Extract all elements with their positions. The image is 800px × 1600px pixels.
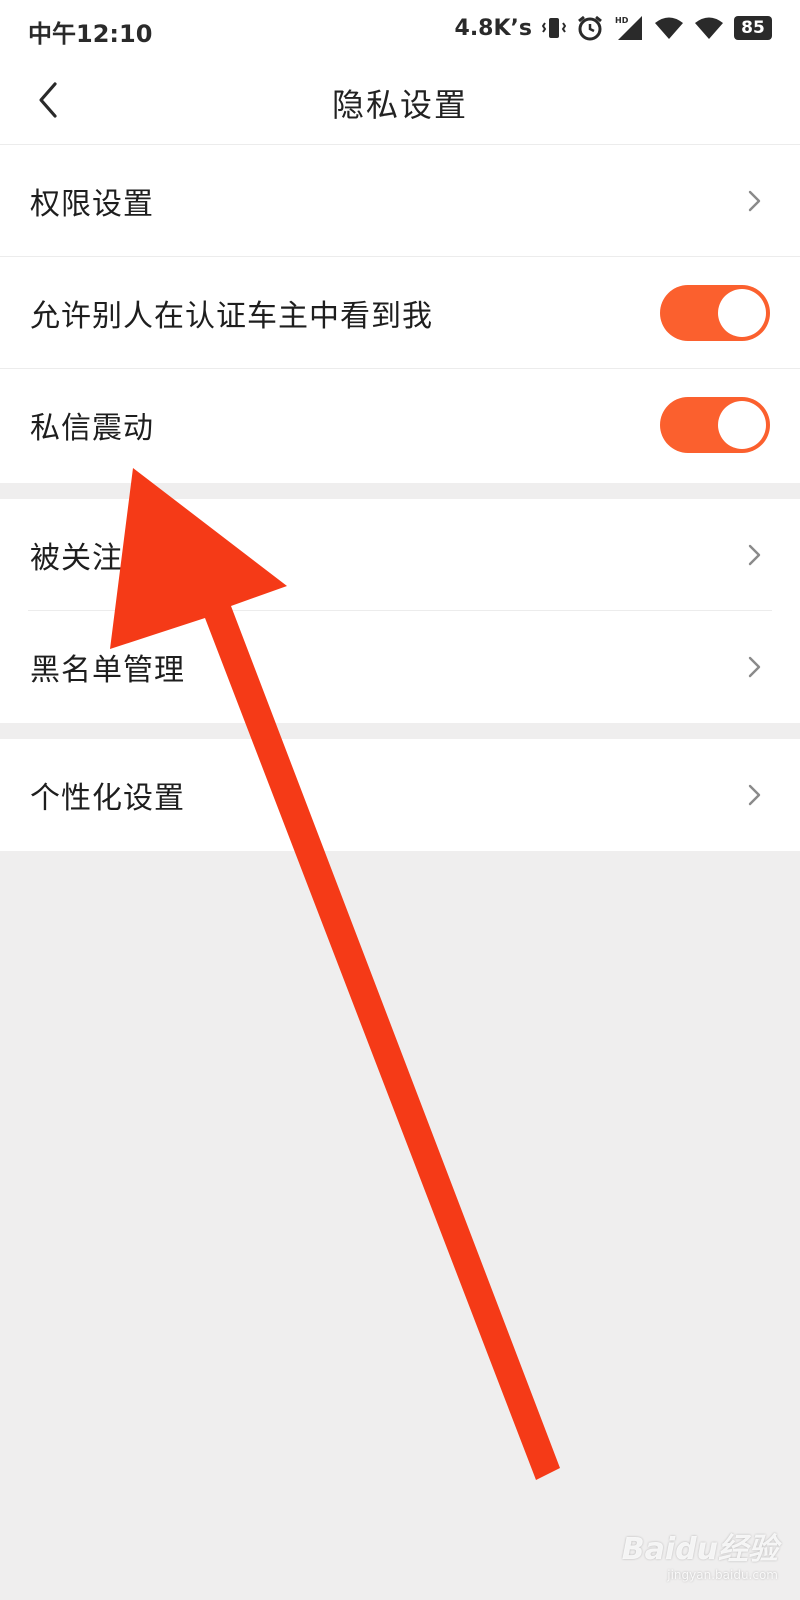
personalization-row[interactable]: 个性化设置	[0, 739, 800, 851]
personalization-label: 个性化设置	[30, 781, 185, 816]
toggle-knob	[718, 401, 766, 449]
message-vibrate-row: 私信震动	[0, 369, 800, 481]
page-title: 隐私设置	[331, 86, 468, 124]
blacklist-label: 黑名单管理	[30, 653, 185, 688]
battery-icon: 85	[734, 16, 772, 40]
settings-group-2: 被关注复 黑名单管理	[0, 499, 800, 723]
status-time: 中午12:10	[28, 20, 153, 48]
svg-text:HD: HD	[615, 16, 629, 25]
baidu-watermark: Baidu经验 jingyan.baidu.com	[622, 1524, 778, 1582]
blacklist-row[interactable]: 黑名单管理	[0, 611, 800, 723]
wifi-icon	[654, 15, 684, 41]
followed-reply-label: 被关注复	[30, 541, 154, 576]
watermark-site: jingyan.baidu.com	[667, 1568, 778, 1582]
alarm-icon	[576, 14, 604, 42]
visible-to-owners-toggle[interactable]	[660, 285, 770, 341]
chevron-right-icon	[748, 544, 761, 566]
status-bar: 中午12:10 4.8K’s HD 85	[0, 0, 800, 56]
chevron-right-icon	[748, 190, 761, 212]
battery-level: 85	[741, 18, 765, 38]
permission-settings-label: 权限设置	[30, 187, 154, 222]
chevron-right-icon	[748, 656, 761, 678]
chevron-right-icon	[748, 784, 761, 806]
hd-signal-icon: HD	[614, 14, 644, 42]
vibrate-icon	[542, 14, 566, 42]
toggle-knob	[718, 289, 766, 337]
message-vibrate-label: 私信震动	[30, 411, 154, 446]
wifi-icon	[694, 15, 724, 41]
followed-reply-row[interactable]: 被关注复	[0, 499, 800, 611]
watermark-brand: Baidu经验	[621, 1532, 778, 1567]
visible-to-owners-row: 允许别人在认证车主中看到我	[0, 257, 800, 369]
network-speed: 4.8K’s	[454, 15, 532, 41]
settings-group-1: 权限设置 允许别人在认证车主中看到我 私信震动	[0, 145, 800, 483]
status-icons: 4.8K’s HD 85	[455, 12, 772, 44]
visible-to-owners-label: 允许别人在认证车主中看到我	[30, 299, 433, 334]
settings-group-3: 个性化设置	[0, 739, 800, 851]
message-vibrate-toggle[interactable]	[660, 397, 770, 453]
nav-header: 隐私设置	[0, 56, 800, 145]
permission-settings-row[interactable]: 权限设置	[0, 145, 800, 257]
